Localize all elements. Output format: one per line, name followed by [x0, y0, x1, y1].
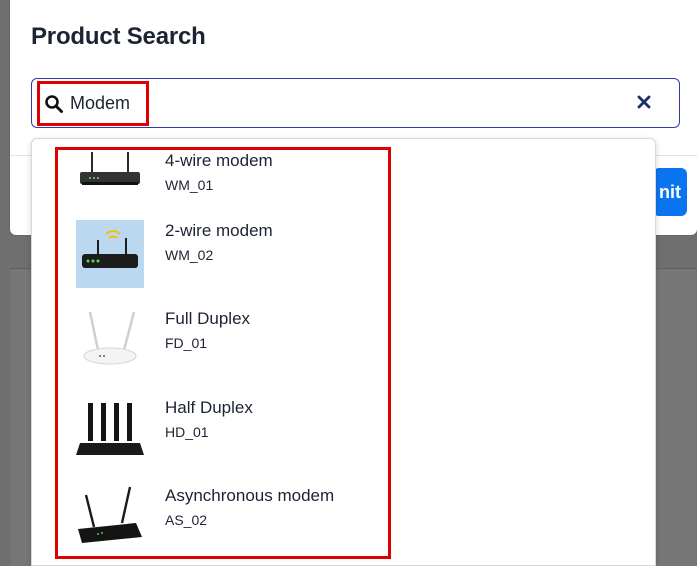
result-item[interactable]: Asynchronous modem AS_02 [73, 485, 373, 565]
result-name: Half Duplex [165, 398, 253, 417]
result-code: FD_01 [165, 335, 208, 351]
result-code: WM_01 [165, 177, 214, 193]
wifi-router-image [76, 220, 144, 288]
result-item[interactable]: Full Duplex FD_01 [73, 308, 373, 388]
result-name: 4-wire modem [165, 151, 273, 170]
app-screen: Product Search nit Modem 4-wire modem WM… [0, 0, 697, 566]
result-item[interactable]: 2-wire modem WM_02 [73, 220, 373, 300]
result-code: WM_02 [165, 247, 214, 263]
result-item[interactable]: 4-wire modem WM_01 [73, 150, 373, 230]
modal-title: Product Search [31, 23, 206, 50]
result-code: HD_01 [165, 424, 209, 440]
close-icon[interactable] [634, 93, 654, 113]
search-icon [44, 94, 64, 114]
submit-button[interactable]: nit [653, 168, 687, 216]
router-image [76, 150, 144, 218]
result-name: Full Duplex [165, 309, 251, 328]
result-item[interactable]: Half Duplex HD_01 [73, 397, 373, 477]
result-name: 2-wire modem [165, 221, 273, 240]
result-code: AS_02 [165, 512, 208, 528]
two-antenna-router-image [76, 485, 144, 553]
four-antenna-router-image [76, 397, 144, 465]
search-input[interactable] [70, 89, 610, 117]
white-router-image [76, 308, 144, 376]
result-name: Asynchronous modem [165, 486, 335, 505]
